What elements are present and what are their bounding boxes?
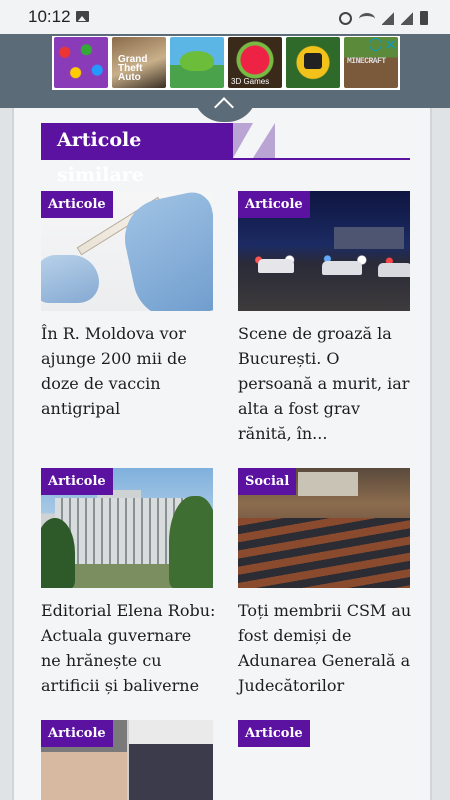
article-title[interactable]: Scene de groază la București. O persoană… xyxy=(238,321,413,446)
ad-tile-gta[interactable]: Grand Theft Auto xyxy=(112,37,166,88)
category-badge[interactable]: Articole xyxy=(238,191,310,218)
section-title: Articole similare xyxy=(41,123,233,186)
section-header: Articole similare xyxy=(41,123,410,186)
category-badge[interactable]: Articole xyxy=(41,191,113,218)
alarm-icon xyxy=(339,12,352,25)
category-badge[interactable]: Articole xyxy=(41,720,113,747)
article-title[interactable]: În R. Moldova vor ajunge 200 mii de doze… xyxy=(41,321,216,421)
status-time: 10:12 xyxy=(28,7,71,26)
wifi-icon xyxy=(359,13,375,25)
ad-close-icon[interactable]: ✕ xyxy=(384,36,397,54)
article-title[interactable]: Editorial Elena Robu: Actuala guvernare … xyxy=(41,598,216,698)
status-bar: 10:12 xyxy=(0,0,450,34)
battery-icon xyxy=(420,11,428,25)
ad-tile-minecraft-label: MINECRAFT xyxy=(347,57,386,66)
ad-tile-fruit-label: 3D Games xyxy=(231,77,270,86)
article-title[interactable]: Toți membrii CSM au fost demiși de Aduna… xyxy=(238,598,413,698)
category-badge[interactable]: Articole xyxy=(41,468,113,495)
section-underline xyxy=(41,158,410,160)
section-title-decoration-2 xyxy=(253,123,275,158)
ad-content[interactable]: Grand Theft Auto 3D Games MINECRAFT i ✕ xyxy=(52,36,400,90)
ad-tile-gta-label: Grand Theft Auto xyxy=(118,54,148,83)
ad-tile-temple-run[interactable] xyxy=(286,37,340,88)
signal-icon xyxy=(382,12,394,25)
gallery-icon xyxy=(76,11,89,22)
ad-info-icon[interactable]: i xyxy=(369,38,382,51)
category-badge[interactable]: Social xyxy=(238,468,297,495)
ad-tile-fruit-ninja[interactable]: 3D Games xyxy=(228,37,282,88)
ad-tile-candy-crush[interactable] xyxy=(54,37,108,88)
ad-tile-wheres-my-water[interactable] xyxy=(170,37,224,88)
status-icons xyxy=(339,9,428,25)
signal-icon-2 xyxy=(401,12,413,25)
section-title-decoration xyxy=(233,123,253,158)
category-badge[interactable]: Articole xyxy=(238,720,310,747)
